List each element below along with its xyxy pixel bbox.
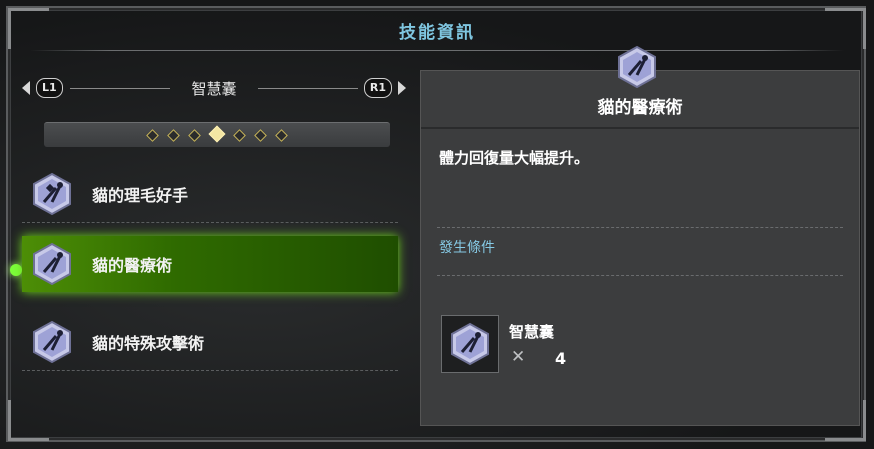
requirement-icon-box: [441, 315, 499, 373]
requirement-name: 智慧囊: [509, 323, 555, 341]
category-selector[interactable]: L1 智慧囊 R1: [22, 76, 406, 102]
selection-cursor: [10, 264, 22, 276]
multiply-icon: ✕: [511, 347, 526, 367]
page-dot: [146, 129, 159, 142]
page-dot-active: [208, 125, 226, 143]
feline-tools-icon: [33, 172, 71, 216]
page-dots: [44, 125, 390, 143]
arrow-right-icon[interactable]: [398, 81, 406, 95]
skill-item-selected[interactable]: 貓的醫療術: [22, 236, 398, 292]
page-dot: [254, 129, 267, 142]
skill-label: 貓的特殊攻擊術: [92, 334, 205, 353]
r1-button[interactable]: R1: [363, 78, 392, 98]
page-dot: [275, 129, 288, 142]
feline-tools-icon: [618, 45, 656, 89]
skill-item[interactable]: 貓的特殊攻擊術: [22, 314, 398, 371]
skill-label: 貓的理毛好手: [92, 186, 189, 205]
frame-corner: [8, 400, 49, 441]
page-title: 技能資訊: [399, 23, 475, 43]
detail-title: 貓的醫療術: [597, 98, 683, 118]
title-divider: [30, 50, 844, 51]
feline-tools-icon: [33, 320, 71, 364]
divider: [421, 127, 859, 129]
page-dot: [188, 129, 201, 142]
detail-header: 貓的醫療術: [421, 45, 859, 127]
requirement-quantity: 4: [555, 349, 567, 368]
divider: [258, 88, 358, 89]
feline-tools-icon: [33, 242, 71, 286]
skill-label: 貓的醫療術: [92, 256, 173, 275]
skill-description: 體力回復量大幅提升。: [439, 149, 590, 167]
page-indicator: [44, 122, 390, 147]
page-dot: [233, 129, 246, 142]
skill-item[interactable]: 貓的理毛好手: [22, 166, 398, 223]
page-dot: [167, 129, 180, 142]
detail-panel: 貓的醫療術 體力回復量大幅提升。 發生條件 智慧囊 ✕ 4: [420, 45, 860, 426]
divider: [437, 227, 843, 228]
divider: [437, 275, 843, 276]
condition-title: 發生條件: [439, 240, 495, 256]
feline-tools-icon: [451, 322, 489, 366]
